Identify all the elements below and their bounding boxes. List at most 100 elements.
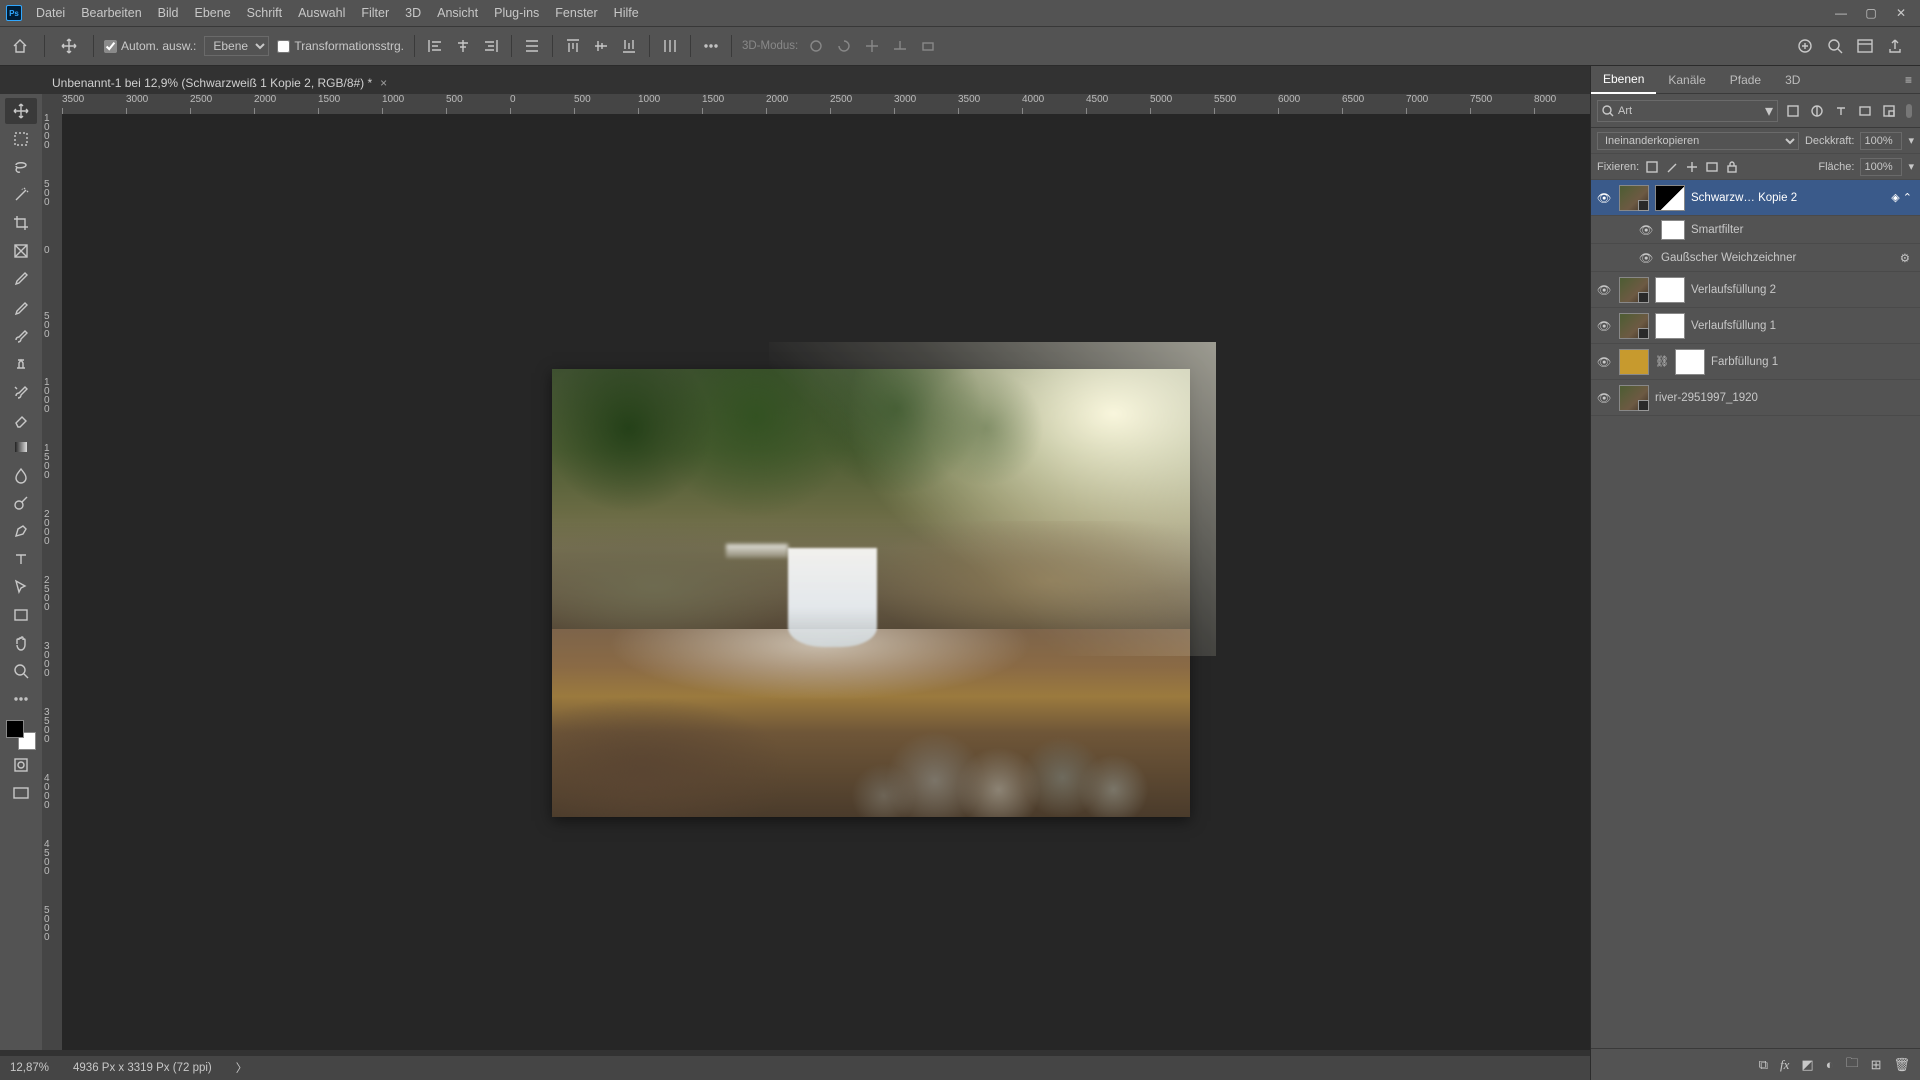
- ruler-vertical[interactable]: 1000500050010001500200025003000350040004…: [42, 114, 62, 1050]
- gradient-tool[interactable]: [5, 434, 37, 460]
- align-top-icon[interactable]: [563, 36, 583, 56]
- blur-tool[interactable]: [5, 462, 37, 488]
- align-vcenter-icon[interactable]: [591, 36, 611, 56]
- layer-mask-thumbnail[interactable]: [1675, 349, 1705, 375]
- chevron-down-icon[interactable]: ▾: [1908, 134, 1914, 147]
- history-brush-tool[interactable]: [5, 378, 37, 404]
- layer-name[interactable]: Schwarzw… Kopie 2: [1691, 192, 1885, 204]
- visibility-toggle[interactable]: 👁: [1595, 319, 1613, 333]
- lock-all-icon[interactable]: [1725, 160, 1739, 174]
- menu-filter[interactable]: Filter: [353, 6, 397, 20]
- layer-mask-thumbnail[interactable]: [1655, 185, 1685, 211]
- filter-mask-thumb[interactable]: [1661, 220, 1685, 240]
- filter-type-icon[interactable]: [1832, 102, 1850, 120]
- color-swatches[interactable]: [6, 720, 36, 750]
- filter-shape-icon[interactable]: [1856, 102, 1874, 120]
- menu-plug-ins[interactable]: Plug-ins: [486, 6, 547, 20]
- auto-select-checkbox[interactable]: Autom. ausw.:: [104, 39, 196, 53]
- lock-transparency-icon[interactable]: [1645, 160, 1659, 174]
- distribute-v-icon[interactable]: [660, 36, 680, 56]
- layer-filter-select[interactable]: ▾: [1597, 100, 1778, 122]
- filter-smart-icon[interactable]: [1880, 102, 1898, 120]
- cloud-docs-icon[interactable]: [1796, 37, 1814, 55]
- menu-bild[interactable]: Bild: [150, 6, 187, 20]
- filter-settings-icon[interactable]: ⚙: [1900, 251, 1916, 265]
- smartfilter-row[interactable]: 👁Smartfilter: [1591, 216, 1920, 244]
- menu-bearbeiten[interactable]: Bearbeiten: [73, 6, 149, 20]
- ruler-origin[interactable]: [42, 94, 62, 114]
- filter-expand-icon[interactable]: ◈ ⌃: [1891, 191, 1916, 204]
- layer-row[interactable]: 👁Verlaufsfüllung 1: [1591, 308, 1920, 344]
- document-tab[interactable]: Unbenannt-1 bei 12,9% (Schwarzweiß 1 Kop…: [42, 70, 397, 94]
- distribute-icon[interactable]: [522, 36, 542, 56]
- pen-tool[interactable]: [5, 518, 37, 544]
- layer-row[interactable]: 👁river-2951997_1920: [1591, 380, 1920, 416]
- chevron-down-icon[interactable]: ▾: [1908, 160, 1914, 173]
- canvas[interactable]: [62, 114, 1590, 1050]
- align-bottom-icon[interactable]: [619, 36, 639, 56]
- panel-tab-kanäle[interactable]: Kanäle: [1656, 67, 1717, 93]
- clone-stamp-tool[interactable]: [5, 350, 37, 376]
- layer-name[interactable]: Verlaufsfüllung 2: [1691, 284, 1916, 296]
- layer-row[interactable]: 👁 Verlaufsfüllung 2: [1591, 272, 1920, 308]
- window-maximize-button[interactable]: ▢: [1856, 6, 1886, 20]
- smartfilter-row[interactable]: 👁Gaußscher Weichzeichner⚙: [1591, 244, 1920, 272]
- home-button[interactable]: [6, 32, 34, 60]
- adjustment-layer-icon[interactable]: ◐: [1826, 1057, 1834, 1072]
- filter-pixel-icon[interactable]: [1784, 102, 1802, 120]
- layer-thumbnail[interactable]: [1619, 349, 1649, 375]
- layer-row[interactable]: 👁⛓Farbfüllung 1: [1591, 344, 1920, 380]
- menu-auswahl[interactable]: Auswahl: [290, 6, 353, 20]
- ruler-horizontal[interactable]: 3500300025002000150010005000500100015002…: [62, 94, 1590, 114]
- status-more-icon[interactable]: 〉: [236, 1060, 248, 1076]
- window-minimize-button[interactable]: —: [1826, 6, 1856, 20]
- link-layers-icon[interactable]: ⧉: [1759, 1057, 1768, 1073]
- layer-filter-kind[interactable]: [1618, 105, 1761, 117]
- type-tool[interactable]: [5, 546, 37, 572]
- shape-tool[interactable]: [5, 602, 37, 628]
- layer-thumbnail[interactable]: [1619, 277, 1649, 303]
- menu-hilfe[interactable]: Hilfe: [606, 6, 647, 20]
- magic-wand-tool[interactable]: [5, 182, 37, 208]
- screen-mode-toggle[interactable]: [5, 780, 37, 806]
- new-layer-icon[interactable]: ⊞: [1871, 1057, 1882, 1073]
- lasso-tool[interactable]: [5, 154, 37, 180]
- menu-schrift[interactable]: Schrift: [239, 6, 290, 20]
- opacity-input[interactable]: [1860, 132, 1902, 150]
- layer-row[interactable]: 👁Schwarzw… Kopie 2◈ ⌃: [1591, 180, 1920, 216]
- quick-mask-toggle[interactable]: [5, 752, 37, 778]
- layer-mask-icon[interactable]: ◩: [1801, 1057, 1813, 1073]
- layer-name[interactable]: river-2951997_1920: [1655, 392, 1916, 404]
- menu-ansicht[interactable]: Ansicht: [429, 6, 486, 20]
- layer-thumbnail[interactable]: [1619, 313, 1649, 339]
- workspace-switcher-icon[interactable]: [1856, 37, 1874, 55]
- share-icon[interactable]: [1886, 37, 1904, 55]
- menu-ebene[interactable]: Ebene: [187, 6, 239, 20]
- more-options-icon[interactable]: [701, 36, 721, 56]
- panel-menu-icon[interactable]: ≡: [1897, 73, 1920, 87]
- layer-thumbnail[interactable]: [1619, 385, 1649, 411]
- move-tool-indicator[interactable]: [55, 32, 83, 60]
- filter-toggle-icon[interactable]: [1904, 102, 1914, 120]
- marquee-tool[interactable]: [5, 126, 37, 152]
- panel-tab-pfade[interactable]: Pfade: [1718, 67, 1773, 93]
- close-tab-icon[interactable]: ×: [380, 76, 387, 90]
- menu-3d[interactable]: 3D: [397, 6, 429, 20]
- dodge-tool[interactable]: [5, 490, 37, 516]
- eyedropper-tool[interactable]: [5, 266, 37, 292]
- visibility-toggle[interactable]: 👁: [1637, 223, 1655, 237]
- delete-layer-icon[interactable]: 🗑: [1893, 1057, 1910, 1073]
- zoom-level[interactable]: 12,87%: [10, 1062, 49, 1074]
- move-tool[interactable]: [5, 98, 37, 124]
- transform-controls-checkbox[interactable]: Transformationsstrg.: [277, 39, 404, 53]
- frame-tool[interactable]: [5, 238, 37, 264]
- panel-tab-3d[interactable]: 3D: [1773, 67, 1812, 93]
- lock-artboard-icon[interactable]: [1705, 160, 1719, 174]
- brush-tool[interactable]: [5, 322, 37, 348]
- fill-input[interactable]: [1860, 158, 1902, 176]
- eraser-tool[interactable]: [5, 406, 37, 432]
- menu-fenster[interactable]: Fenster: [547, 6, 605, 20]
- layer-mask-thumbnail[interactable]: [1655, 277, 1685, 303]
- visibility-toggle[interactable]: 👁: [1595, 283, 1613, 297]
- filter-adjust-icon[interactable]: [1808, 102, 1826, 120]
